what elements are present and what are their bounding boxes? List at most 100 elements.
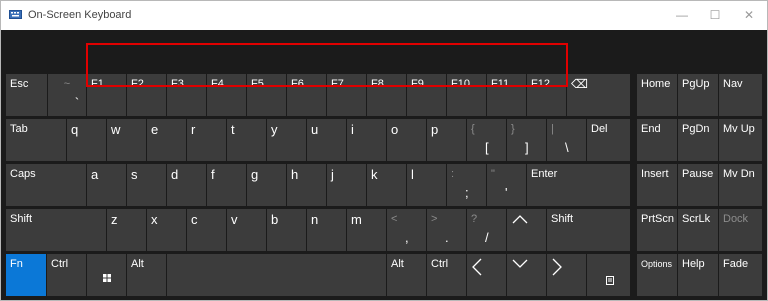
key-h[interactable]: h xyxy=(287,164,326,206)
key-pgdn[interactable]: PgDn xyxy=(678,119,718,161)
key-period-shift-label: > xyxy=(431,213,438,225)
key-tilde[interactable]: ~ ` xyxy=(48,74,86,116)
key-pgdn-label: PgDn xyxy=(682,123,710,135)
key-alt-right[interactable]: Alt xyxy=(387,254,426,296)
key-comma-label: , xyxy=(405,230,409,245)
key-v[interactable]: v xyxy=(227,209,266,251)
key-i[interactable]: i xyxy=(347,119,386,161)
key-f3[interactable]: F3 xyxy=(167,74,206,116)
key-up-arrow[interactable] xyxy=(507,209,546,251)
key-g[interactable]: g xyxy=(247,164,286,206)
key-f10[interactable]: F10 xyxy=(447,74,486,116)
key-options[interactable]: Options xyxy=(637,254,677,296)
key-left-arrow[interactable] xyxy=(467,254,506,296)
key-f2[interactable]: F2 xyxy=(127,74,166,116)
key-f5[interactable]: F5 xyxy=(247,74,286,116)
key-help[interactable]: Help xyxy=(678,254,718,296)
key-f9-label: F9 xyxy=(411,78,424,90)
key-shift-left[interactable]: Shift xyxy=(6,209,106,251)
key-m[interactable]: m xyxy=(347,209,386,251)
key-d-label: d xyxy=(171,167,179,182)
key-del[interactable]: Del xyxy=(587,119,630,161)
key-shift-right[interactable]: Shift xyxy=(547,209,630,251)
key-right-bracket[interactable]: } ] xyxy=(507,119,546,161)
key-tilde-label: ` xyxy=(74,95,80,110)
key-j[interactable]: j xyxy=(327,164,366,206)
key-backslash-label: \ xyxy=(565,140,569,155)
key-scrlk[interactable]: ScrLk xyxy=(678,209,718,251)
key-ctrl-left[interactable]: Ctrl xyxy=(47,254,86,296)
key-mvup[interactable]: Mv Up xyxy=(719,119,762,161)
key-e[interactable]: e xyxy=(147,119,186,161)
key-nav[interactable]: Nav xyxy=(719,74,762,116)
key-f[interactable]: f xyxy=(207,164,246,206)
maximize-button[interactable]: ☐ xyxy=(698,1,732,30)
key-left-bracket[interactable]: { [ xyxy=(467,119,506,161)
on-screen-keyboard-window: On-Screen Keyboard — ☐ ✕ Esc ~ ` F1 F2 F… xyxy=(0,0,768,301)
key-a[interactable]: a xyxy=(87,164,126,206)
key-backslash[interactable]: | \ xyxy=(547,119,586,161)
key-p[interactable]: p xyxy=(427,119,466,161)
key-insert[interactable]: Insert xyxy=(637,164,677,206)
key-quote[interactable]: " ' xyxy=(487,164,526,206)
key-f1[interactable]: F1 xyxy=(87,74,126,116)
key-space[interactable] xyxy=(167,254,386,296)
key-f9[interactable]: F9 xyxy=(407,74,446,116)
key-t[interactable]: t xyxy=(227,119,266,161)
key-f4[interactable]: F4 xyxy=(207,74,246,116)
key-backspace[interactable]: ⌫ xyxy=(567,74,630,116)
key-r[interactable]: r xyxy=(187,119,226,161)
key-w[interactable]: w xyxy=(107,119,146,161)
key-prtscn[interactable]: PrtScn xyxy=(637,209,677,251)
key-f8[interactable]: F8 xyxy=(367,74,406,116)
key-menu[interactable] xyxy=(587,254,630,296)
key-b[interactable]: b xyxy=(267,209,306,251)
key-semicolon[interactable]: : ; xyxy=(447,164,486,206)
key-l[interactable]: l xyxy=(407,164,446,206)
key-down-arrow[interactable] xyxy=(507,254,546,296)
key-n[interactable]: n xyxy=(307,209,346,251)
close-button[interactable]: ✕ xyxy=(732,1,766,30)
key-y[interactable]: y xyxy=(267,119,306,161)
key-home[interactable]: Home xyxy=(637,74,677,116)
key-f7[interactable]: F7 xyxy=(327,74,366,116)
key-o[interactable]: o xyxy=(387,119,426,161)
key-f11[interactable]: F11 xyxy=(487,74,526,116)
key-d[interactable]: d xyxy=(167,164,206,206)
key-right-arrow[interactable] xyxy=(547,254,586,296)
key-enter[interactable]: Enter xyxy=(527,164,630,206)
key-mvdn[interactable]: Mv Dn xyxy=(719,164,762,206)
key-prtscn-label: PrtScn xyxy=(641,213,675,225)
key-pgup[interactable]: PgUp xyxy=(678,74,718,116)
key-q[interactable]: q xyxy=(67,119,106,161)
key-esc[interactable]: Esc xyxy=(6,74,47,116)
key-f6-label: F6 xyxy=(291,78,304,90)
key-slash[interactable]: ? / xyxy=(467,209,506,251)
key-u[interactable]: u xyxy=(307,119,346,161)
key-c[interactable]: c xyxy=(187,209,226,251)
key-s[interactable]: s xyxy=(127,164,166,206)
key-alt-left[interactable]: Alt xyxy=(127,254,166,296)
key-tab[interactable]: Tab xyxy=(6,119,66,161)
key-f6[interactable]: F6 xyxy=(287,74,326,116)
key-f12[interactable]: F12 xyxy=(527,74,566,116)
title-bar[interactable]: On-Screen Keyboard — ☐ ✕ xyxy=(1,1,767,30)
window-title: On-Screen Keyboard xyxy=(28,9,132,21)
key-s-label: s xyxy=(131,167,138,182)
key-end[interactable]: End xyxy=(637,119,677,161)
key-left-bracket-shift-label: { xyxy=(471,123,475,135)
key-caps[interactable]: Caps xyxy=(6,164,86,206)
key-windows[interactable] xyxy=(87,254,126,296)
key-dock[interactable]: Dock xyxy=(719,209,762,251)
key-comma[interactable]: < , xyxy=(387,209,426,251)
key-pause[interactable]: Pause xyxy=(678,164,718,206)
key-k[interactable]: k xyxy=(367,164,406,206)
key-ctrl-right[interactable]: Ctrl xyxy=(427,254,466,296)
key-fade[interactable]: Fade xyxy=(719,254,762,296)
keyboard-area: Esc ~ ` F1 F2 F3 F4 F5 F6 F7 F8 F9 F10 F… xyxy=(1,30,767,300)
minimize-button[interactable]: — xyxy=(665,1,699,30)
key-z[interactable]: z xyxy=(107,209,146,251)
key-fn[interactable]: Fn xyxy=(6,254,46,296)
key-x[interactable]: x xyxy=(147,209,186,251)
key-period[interactable]: > . xyxy=(427,209,466,251)
